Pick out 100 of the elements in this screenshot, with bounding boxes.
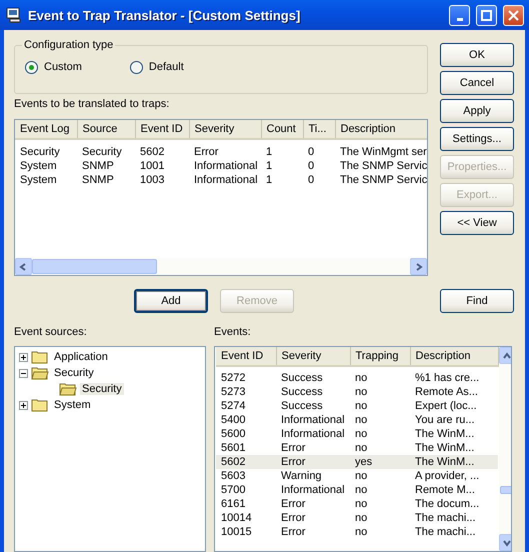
table-cell-text: Informational	[193, 173, 259, 187]
expand-icon[interactable]	[19, 352, 28, 362]
list-label: Events:	[214, 326, 252, 338]
table-cell: no	[350, 441, 410, 455]
scroll-right-button[interactable]	[410, 258, 427, 275]
column-header[interactable]: Source	[77, 120, 135, 139]
table-cell-text: Informational	[280, 427, 346, 441]
table-cell-text: 5600	[220, 427, 246, 441]
vertical-scrollbar[interactable]	[498, 347, 511, 551]
table-cell-text: Security	[19, 145, 61, 159]
table-cell-text: no	[354, 413, 368, 427]
dialog-button[interactable]: << View	[440, 211, 514, 235]
column-header[interactable]: Event ID	[216, 347, 276, 366]
scroll-thumb[interactable]	[500, 486, 511, 494]
table-cell-text: 10015	[220, 525, 253, 539]
find-button[interactable]: Find	[440, 289, 514, 313]
folder-icon	[31, 398, 49, 412]
table-cell: Error	[276, 455, 350, 469]
scroll-left-button[interactable]	[15, 258, 32, 275]
table-cell-text: no	[354, 483, 368, 497]
table-cell: 5601	[216, 441, 276, 455]
column-header[interactable]: Ti...	[303, 120, 335, 139]
table-cell-text: no	[354, 525, 368, 539]
dialog-button[interactable]: OK	[440, 43, 514, 67]
scroll-thumb[interactable]	[32, 259, 157, 274]
column-header[interactable]: Severity	[276, 347, 350, 366]
tree-item[interactable]: Application	[52, 351, 110, 363]
table-cell-text: 1	[265, 159, 274, 173]
table-cell-text: no	[354, 427, 368, 441]
table-cell-text: Expert (loc...	[414, 399, 478, 413]
table-cell-text: SNMP	[81, 159, 115, 173]
expand-icon[interactable]	[19, 400, 28, 410]
table-cell-text: Success	[280, 399, 324, 413]
table-cell: yes	[350, 455, 410, 469]
table-cell-text: Success	[280, 371, 324, 385]
dialog-button[interactable]: Cancel	[440, 71, 514, 95]
table-cell: Error	[276, 441, 350, 455]
table-cell-text: 1	[265, 145, 274, 159]
table-cell-text: The SNMP Servic	[339, 159, 427, 173]
collapse-icon[interactable]	[19, 368, 28, 378]
table-cell-text: Informational	[193, 159, 259, 173]
scroll-down-button[interactable]	[498, 534, 511, 551]
window-title: Event to Trap Translator - [Custom Settings]	[28, 8, 302, 22]
radio-label: Default	[148, 61, 184, 73]
minimize-button[interactable]	[449, 4, 470, 26]
table-cell-text: 0	[307, 173, 316, 187]
table-cell-text: Error	[193, 145, 220, 159]
table-cell-text: 0	[307, 159, 316, 173]
tree-item[interactable]: Security	[52, 367, 96, 379]
table-cell-text: 1003	[139, 173, 166, 187]
table-cell-text: no	[354, 399, 368, 413]
dialog-button[interactable]: Settings...	[440, 127, 514, 151]
column-header[interactable]: Event ID	[135, 120, 189, 139]
column-header[interactable]: Description	[335, 120, 427, 139]
table-cell-text: no	[354, 497, 368, 511]
column-header[interactable]: Event Log	[15, 120, 77, 139]
table-cell-text: 1	[265, 173, 274, 187]
table-cell-text: System	[19, 159, 58, 173]
table-cell-text: The machi...	[414, 525, 477, 539]
table-cell-text: Error	[280, 497, 306, 511]
table-cell-text: 5273	[220, 385, 246, 399]
list-label: Events to be translated to traps:	[14, 98, 170, 110]
table-cell-text: The WinMgmt ser	[339, 145, 427, 159]
table-cell: 5602	[216, 455, 276, 469]
table-cell-text: Error	[280, 525, 306, 539]
table-cell-text: Remote M...	[414, 483, 476, 497]
list-action-button[interactable]: Add	[134, 289, 208, 313]
scroll-up-button[interactable]	[498, 347, 511, 364]
column-header[interactable]: Trapping	[350, 347, 410, 366]
table-cell: A provider, ...	[410, 469, 498, 483]
table-cell: The WinM...	[410, 441, 498, 455]
table-cell-text: 5602	[139, 145, 166, 159]
table-cell-text: no	[354, 371, 368, 385]
table-cell-text: 5400	[220, 413, 246, 427]
table-cell: 5603	[216, 469, 276, 483]
column-header[interactable]: Count	[261, 120, 303, 139]
table-cell-text: The SNMP Servic	[339, 173, 427, 187]
column-header[interactable]: Description	[410, 347, 498, 366]
tree-item[interactable]: System	[52, 399, 93, 411]
group-label: Configuration type	[23, 39, 114, 51]
column-header[interactable]: Severity	[189, 120, 261, 139]
table-cell-text: 5700	[220, 483, 246, 497]
table-cell-text: 5272	[220, 371, 246, 385]
table-cell-text: %1 has cre...	[414, 371, 480, 385]
tree-item[interactable]: Security	[80, 383, 124, 395]
maximize-button[interactable]	[476, 4, 497, 26]
radio-option[interactable]: Default	[130, 60, 184, 74]
table-cell-text: 0	[307, 145, 316, 159]
close-icon	[508, 10, 519, 20]
table-cell-text: System	[19, 173, 58, 187]
table-cell-text: Remote As...	[414, 385, 479, 399]
dialog-button[interactable]: Apply	[440, 99, 514, 123]
table-cell-text: 10014	[220, 511, 253, 525]
table-cell: The WinM...	[410, 455, 498, 469]
horizontal-scrollbar[interactable]	[15, 258, 427, 275]
maximize-icon	[481, 10, 492, 20]
radio-option[interactable]: Custom	[25, 60, 82, 74]
close-button[interactable]	[503, 4, 524, 26]
open-folder-icon	[31, 366, 49, 380]
app-icon	[6, 7, 22, 23]
